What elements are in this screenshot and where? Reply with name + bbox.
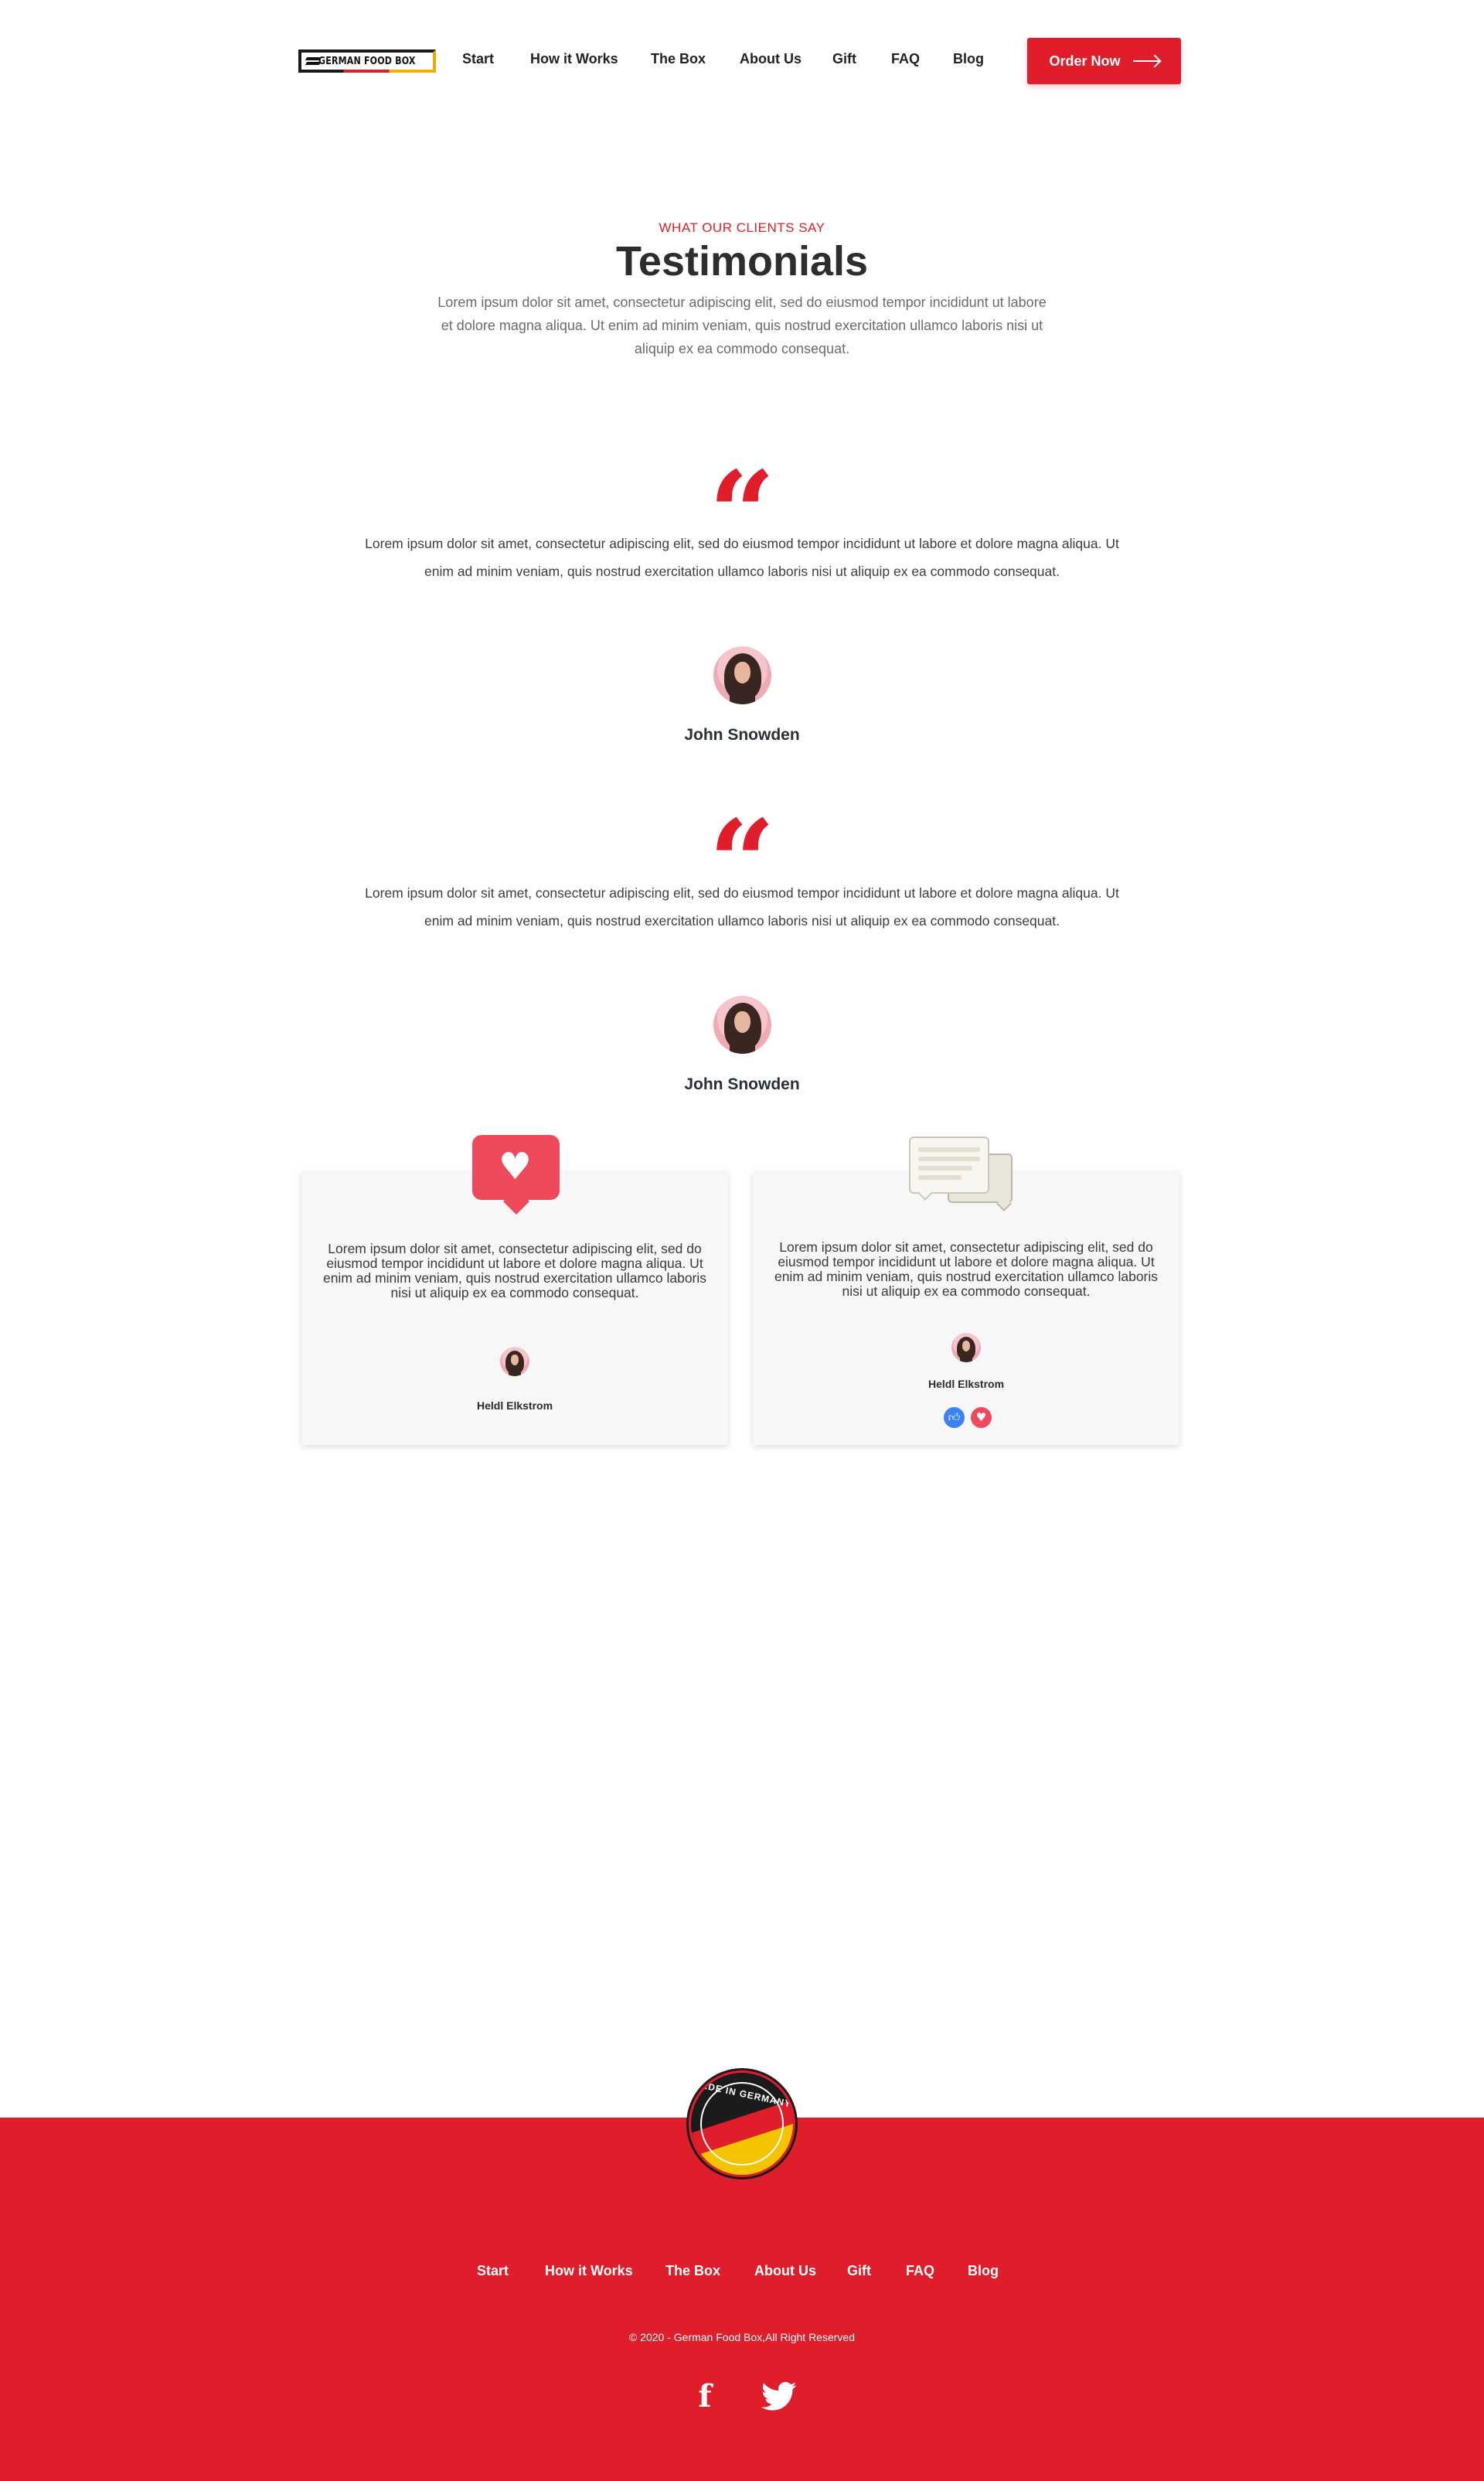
logo[interactable]: GERMAN FOOD BOX <box>298 49 436 73</box>
card-author: Heldl Elkstrom <box>928 1378 1005 1390</box>
copyright-text: © 2020 - German Food Box,All Right Reser… <box>628 2331 855 2343</box>
testimonial-author: John Snowden <box>684 726 800 744</box>
love-icon[interactable]: ♥ <box>971 1407 992 1428</box>
nav-start[interactable]: Start <box>462 51 494 67</box>
testimonial-card: Lorem ipsum dolor sit amet, consectetur … <box>753 1172 1179 1445</box>
logo-flag-stripe <box>298 70 436 73</box>
nav-about-us[interactable]: About Us <box>740 51 802 67</box>
footer-nav-the-box[interactable]: The Box <box>665 2263 720 2279</box>
nav-faq[interactable]: FAQ <box>891 51 920 67</box>
like-icon[interactable]: 👍︎ <box>944 1407 965 1428</box>
arrow-right-icon <box>1132 60 1159 62</box>
footer-nav-blog[interactable]: Blog <box>968 2263 999 2279</box>
avatar <box>500 1347 529 1376</box>
logo-text: GERMAN FOOD BOX <box>318 55 416 67</box>
footer-nav-start[interactable]: Start <box>477 2263 509 2279</box>
section-title: Testimonials <box>615 238 869 285</box>
testimonial-text: Lorem ipsum dolor sit amet, consectetur … <box>365 536 1119 579</box>
nav-gift[interactable]: Gift <box>832 51 856 67</box>
site-header: GERMAN FOOD BOX Start How it Works The B… <box>0 0 1484 124</box>
testimonial-text: Lorem ipsum dolor sit amet, consectetur … <box>365 885 1119 929</box>
testimonial-author: John Snowden <box>684 1075 800 1093</box>
card-text: Lorem ipsum dolor sit amet, consectetur … <box>322 1241 707 1300</box>
chat-bubbles-icon <box>909 1137 1014 1212</box>
facebook-icon[interactable]: f <box>694 2381 716 2412</box>
section-eyebrow: WHAT OUR CLIENTS SAY <box>659 220 825 235</box>
footer-nav-faq[interactable]: FAQ <box>906 2263 934 2279</box>
avatar <box>713 996 771 1054</box>
card-text: Lorem ipsum dolor sit amet, consectetur … <box>774 1239 1159 1299</box>
nav-how-it-works[interactable]: How it Works <box>530 51 618 67</box>
footer-nav-gift[interactable]: Gift <box>847 2263 871 2279</box>
heart-bubble-icon: ♥ <box>472 1135 560 1215</box>
order-now-label: Order Now <box>1049 53 1121 69</box>
order-now-button[interactable]: Order Now <box>1027 38 1181 84</box>
nav-the-box[interactable]: The Box <box>651 51 706 67</box>
card-author: Heldl Elkstrom <box>476 1399 553 1412</box>
nav-blog[interactable]: Blog <box>953 51 984 67</box>
twitter-icon[interactable] <box>761 2381 797 2412</box>
quote-mark-icon: “ <box>708 795 776 931</box>
avatar <box>713 646 771 704</box>
section-intro: Lorem ipsum dolor sit amet, consectetur … <box>437 295 1047 356</box>
footer-nav-how-it-works[interactable]: How it Works <box>545 2263 633 2279</box>
avatar <box>951 1333 981 1362</box>
quote-mark-icon: “ <box>708 446 776 582</box>
made-in-germany-badge: MADE IN GERMANY <box>689 2070 795 2177</box>
footer-nav-about-us[interactable]: About Us <box>754 2263 816 2279</box>
logo-mark-icon <box>306 56 314 66</box>
